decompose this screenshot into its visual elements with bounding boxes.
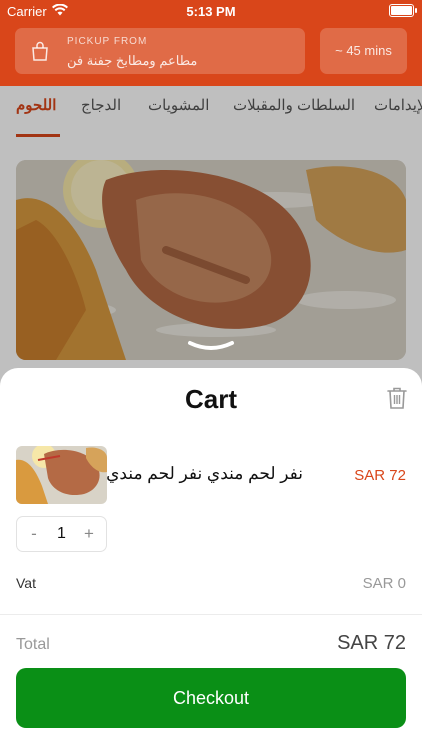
sheet-collapse-chevron-icon[interactable]	[186, 340, 236, 354]
increase-quantity-button[interactable]: +	[76, 517, 102, 551]
cart-title: Cart	[184, 384, 237, 414]
header: Carrier 5:13 PM PICKUP FROM مطاعم ومطابخ…	[0, 0, 422, 86]
pickup-location-selector[interactable]: PICKUP FROM مطاعم ومطابخ جفنة فن	[15, 28, 305, 74]
cart-item-price: SAR 72	[354, 467, 406, 484]
quantity-stepper: - 1 +	[16, 516, 107, 552]
vat-label: Vat	[16, 575, 36, 591]
total-label: Total	[16, 636, 50, 653]
status-bar: Carrier 5:13 PM	[0, 0, 422, 22]
cart-item-name: نفر لحم مندي نفر لحم مندي	[106, 464, 303, 483]
pickup-restaurant-name: مطاعم ومطابخ جفنة فن	[67, 53, 198, 68]
decrease-quantity-button[interactable]: -	[21, 517, 47, 551]
divider	[0, 614, 422, 615]
shopping-bag-icon	[32, 41, 48, 61]
cart-sheet: Cart نفر لحم مندي نفر لحم مندي SAR 72 - …	[0, 368, 422, 750]
checkout-button[interactable]: Checkout	[16, 668, 406, 728]
clock: 5:13 PM	[186, 4, 236, 19]
pickup-label: PICKUP FROM	[67, 36, 148, 47]
vat-value: SAR 0	[362, 575, 406, 592]
eta-badge[interactable]: ~ 45 mins	[320, 28, 407, 74]
cart-item-image	[16, 446, 107, 504]
battery-icon	[389, 4, 417, 17]
quantity-value: 1	[57, 525, 66, 542]
total-value: SAR 72	[337, 632, 406, 654]
trash-icon[interactable]	[386, 386, 408, 410]
